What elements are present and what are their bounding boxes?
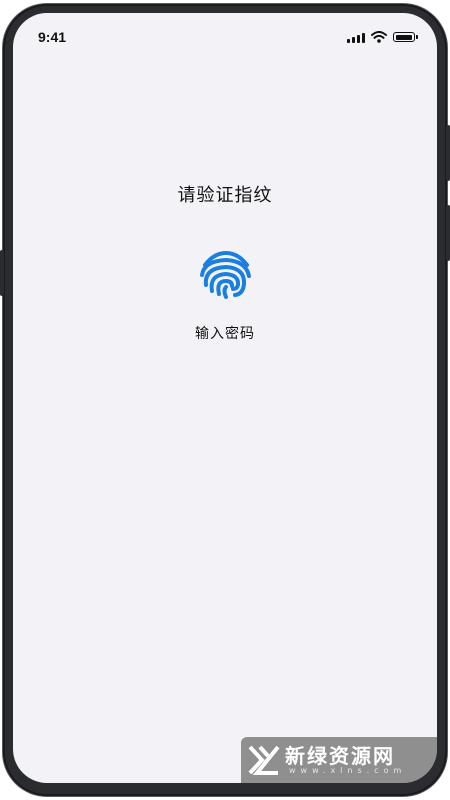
status-icons xyxy=(347,31,418,43)
fingerprint-button[interactable] xyxy=(198,247,254,303)
fingerprint-icon xyxy=(200,250,251,299)
battery-icon xyxy=(393,32,418,42)
status-time: 9:41 xyxy=(38,29,67,45)
cellular-signal-icon xyxy=(347,32,365,43)
watermark: 新绿资源网 www.xlns.com xyxy=(241,737,437,783)
enter-password-link[interactable]: 输入密码 xyxy=(13,323,437,343)
watermark-text: 新绿资源网 xyxy=(285,744,395,768)
watermark-subtext: www.xlns.com xyxy=(289,766,407,775)
volume-button xyxy=(0,250,4,296)
page-title: 请验证指纹 xyxy=(177,185,273,206)
status-bar: 9:41 xyxy=(13,13,437,59)
side-button-lower xyxy=(446,205,450,261)
phone-screen: 9:41 请验证指纹 输入密码 新绿资源网 www.xlns.com xyxy=(13,13,437,783)
watermark-logo-icon xyxy=(248,745,280,775)
side-button-upper xyxy=(446,125,450,181)
wifi-icon xyxy=(371,31,387,43)
